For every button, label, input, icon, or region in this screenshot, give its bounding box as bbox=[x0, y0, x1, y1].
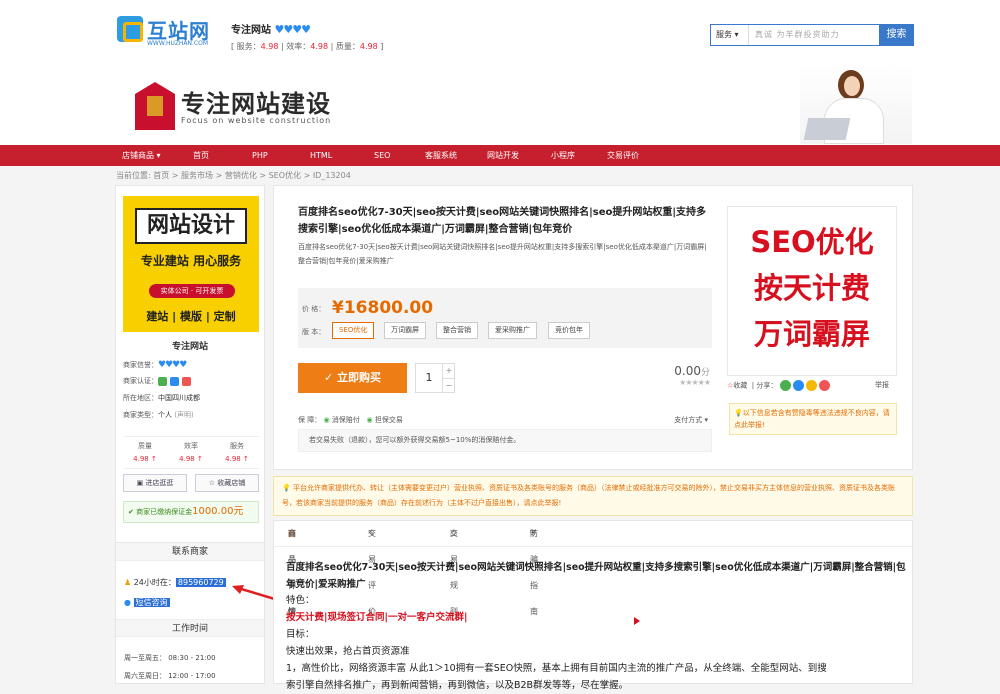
shop-name[interactable]: 专注网站 bbox=[231, 25, 271, 36]
check-icon: ✔ bbox=[128, 508, 137, 516]
shop-scores: [ 服务：4.98 | 效率：4.98 | 质量：4.98 ] bbox=[231, 42, 384, 51]
nav-item-cs-system[interactable]: 客服系统 bbox=[425, 145, 457, 166]
quantity-stepper: 1 + − bbox=[415, 363, 455, 393]
customer-service-illustration bbox=[800, 64, 912, 144]
nav-item-miniprogram[interactable]: 小程序 bbox=[551, 145, 575, 166]
credit-row: 商家信誉：♥♥♥♥ bbox=[123, 360, 187, 370]
version-option[interactable]: 万词霸屏 bbox=[384, 322, 426, 339]
site-logo[interactable]: 互站网 WWW.HUZHAN.COM bbox=[117, 14, 215, 50]
hours-weekend: 周六至周日： 12:00 - 17:00 bbox=[124, 672, 216, 680]
qq-contact[interactable]: ♟ 24小时在： 895960729 bbox=[124, 577, 226, 588]
nav-item-seo[interactable]: SEO bbox=[374, 145, 390, 166]
shop-card-name[interactable]: 专注网站 bbox=[116, 339, 264, 352]
nav-item-html[interactable]: HTML bbox=[310, 145, 332, 166]
nav-item-web-dev[interactable]: 网站开发 bbox=[487, 145, 519, 166]
contact-title: 联系商家 bbox=[116, 543, 264, 561]
product-description: 百度排名seo优化7-30天|seo按天计费|seo网站关键词快照排名|seo提… bbox=[298, 243, 707, 265]
decrement-button[interactable]: − bbox=[442, 378, 455, 392]
search-input[interactable]: 真诚 为羊群投资助力 bbox=[755, 25, 881, 45]
top-bar: 互站网 WWW.HUZHAN.COM 专注网站 ♥♥♥♥ [ 服务：4.98 |… bbox=[0, 0, 1000, 62]
product-title: 百度排名seo优化7-30天|seo按天计费|seo网站关键词快照排名|seo提… bbox=[298, 207, 707, 235]
qzone-share-icon[interactable] bbox=[792, 380, 804, 391]
product-price: ¥16800.00 bbox=[332, 298, 434, 318]
heart-icon: ♥♥♥♥ bbox=[158, 360, 187, 370]
logo-url: WWW.HUZHAN.COM bbox=[147, 40, 209, 47]
qq-share-icon[interactable] bbox=[805, 380, 817, 391]
rating: 0.00分 ★★★★★ bbox=[654, 364, 711, 387]
payment-methods-toggle[interactable]: 支付方式 ▾ bbox=[674, 415, 708, 425]
nav-item-reviews[interactable]: 交易评价 bbox=[607, 145, 639, 166]
hours-weekday: 周一至周五： 08:30 - 21:00 bbox=[124, 654, 216, 662]
check-icon: ◉ bbox=[366, 416, 375, 424]
nav-item-products[interactable]: 店铺商品 ▾ bbox=[122, 145, 161, 166]
breadcrumb[interactable]: 当前位置: 首页 > 服务市场 > 营销优化 > SEO优化 > ID_1320… bbox=[116, 170, 351, 181]
platform-notice: 💡 平台允许商家提供代办、转让（主体需要变更过户）营业执照、资质证书及各类账号的… bbox=[273, 476, 913, 516]
play-icon bbox=[634, 617, 640, 625]
company-cert-icon bbox=[182, 376, 191, 386]
share-row: ☆收藏 | 分享： 举报 bbox=[727, 380, 889, 391]
quantity-input[interactable]: 1 bbox=[416, 364, 442, 392]
location-row: 所在地区：中国四川成都 bbox=[123, 394, 200, 402]
credit-hearts-icon: ♥♥♥♥ bbox=[274, 23, 310, 36]
banner-subtitle: Focus on website construction bbox=[181, 116, 332, 125]
search-button[interactable]: 搜索 bbox=[879, 24, 914, 46]
qq-icon: ♟ bbox=[124, 578, 134, 587]
chat-icon: ● bbox=[124, 598, 134, 607]
version-option[interactable]: SEO优化 bbox=[332, 322, 375, 339]
detail-line: 按天计费|现场签订合同|一对一客户交流群| bbox=[286, 612, 468, 623]
search-scope-select[interactable]: 服务 ▾ bbox=[711, 25, 749, 45]
contact-panel: 联系商家 ♟ 24小时在： 895960729 ● 短信咨询 工作时间 周一至周五… bbox=[115, 542, 265, 684]
star-icon: ☆ bbox=[208, 479, 218, 487]
price-box: 价 格： ¥16800.00 版 本： SEO优化 万词霸屏 整合营销 爱采购推… bbox=[298, 288, 712, 348]
id-cert-icon bbox=[158, 376, 167, 386]
wechat-share-icon[interactable] bbox=[779, 380, 791, 391]
product-detail: ▤ 商品详情 ✎ 交易评价 ⚖ 交易规则 ⛨ 防骗指南 百度排名seo优化7-3… bbox=[273, 520, 913, 691]
detail-line: 快速出效果，抢占首页资源准 bbox=[286, 646, 410, 657]
phone-cert-icon bbox=[170, 376, 179, 386]
guarantee-note: 若交易失败（退款），您可以额外获得交易额5~10%的消保赔付金。 bbox=[298, 429, 712, 452]
increment-button[interactable]: + bbox=[442, 364, 455, 378]
report-link[interactable]: 举报 bbox=[875, 380, 889, 390]
search-bar: 服务 ▾ 真诚 为羊群投资助力 搜索 bbox=[710, 24, 914, 46]
version-option[interactable]: 竞价包年 bbox=[548, 322, 590, 339]
report-warning[interactable]: 💡以下信息若含有赞隐毒等违法违规不良内容，请点此举报! bbox=[729, 403, 897, 435]
nav-item-home[interactable]: 首页 bbox=[193, 145, 209, 166]
favorite-button[interactable]: ☆收藏 bbox=[727, 382, 747, 390]
sms-consult[interactable]: ● 短信咨询 bbox=[124, 597, 170, 608]
shop-summary: 专注网站 ♥♥♥♥ [ 服务：4.98 | 效率：4.98 | 质量：4.98 … bbox=[231, 21, 383, 52]
buy-now-button[interactable]: ✓ 立即购买 bbox=[298, 363, 407, 393]
check-icon: ◉ bbox=[323, 416, 332, 424]
guarantee-row: 保 障： ◉ 消保赔付 ◉ 担保交易 支付方式 ▾ bbox=[298, 415, 708, 425]
product-panel: 百度排名seo优化7-30天|seo按天计费|seo网站关键词快照排名|seo提… bbox=[273, 185, 913, 470]
nav-item-php[interactable]: PHP bbox=[252, 145, 268, 166]
logo-mark-icon bbox=[117, 16, 143, 42]
type-row: 商家类型：个人 (声明) bbox=[123, 411, 194, 419]
detail-title: 百度排名seo优化7-30天|seo按天计费|seo网站关键词快照排名|seo提… bbox=[286, 562, 906, 590]
deposit-badge: ✔ 商家已缴纳保证金1000.00元 bbox=[123, 501, 259, 523]
banner-title: 专注网站建设 bbox=[181, 89, 331, 118]
shop-image[interactable]: 网站设计 专业建站 用心服务 实体公司 · 可开发票 建站 | 模版 | 定制 bbox=[123, 196, 259, 332]
detail-line: 目标： bbox=[286, 629, 315, 640]
cert-row: 商家认证： bbox=[123, 376, 194, 386]
score-box: 质量 4.98 ↑ 效率 4.98 ↑ 服务 4.98 ↑ bbox=[123, 436, 259, 469]
version-option[interactable]: 整合营销 bbox=[436, 322, 478, 339]
detail-tabs: ▤ 商品详情 ✎ 交易评价 ⚖ 交易规则 ⛨ 防骗指南 bbox=[274, 521, 912, 616]
shop-card: 网站设计 专业建站 用心服务 实体公司 · 可开发票 建站 | 模版 | 定制 … bbox=[115, 185, 265, 545]
qq-number: 895960729 bbox=[175, 578, 226, 587]
detail-line: 特色： bbox=[286, 595, 315, 606]
rating-stars-icon: ★★★★★ bbox=[679, 378, 711, 387]
version-option[interactable]: 爱采购推广 bbox=[488, 322, 537, 339]
hours-title: 工作时间 bbox=[116, 619, 264, 637]
detail-line: 1，高性价比，网络资源丰富 从此1＞10拥有一套SEO快照，基本上拥有目前国内主… bbox=[286, 663, 827, 674]
weibo-share-icon[interactable] bbox=[818, 380, 830, 391]
favorite-shop-button[interactable]: ☆ 收藏店铺 bbox=[195, 474, 259, 492]
enter-shop-button[interactable]: ▣ 进店逛逛 bbox=[123, 474, 187, 492]
detail-line: 索引擎自然排名推广，再到新闻营销，再到微信，以及B2B群发等等，尽在掌握。 bbox=[286, 680, 629, 691]
shop-nav: 店铺商品 ▾ 首页 PHP HTML SEO 客服系统 网站开发 小程序 交易评… bbox=[0, 145, 1000, 166]
product-image[interactable]: SEO优化 按天计费 万词霸屏 bbox=[727, 206, 897, 376]
